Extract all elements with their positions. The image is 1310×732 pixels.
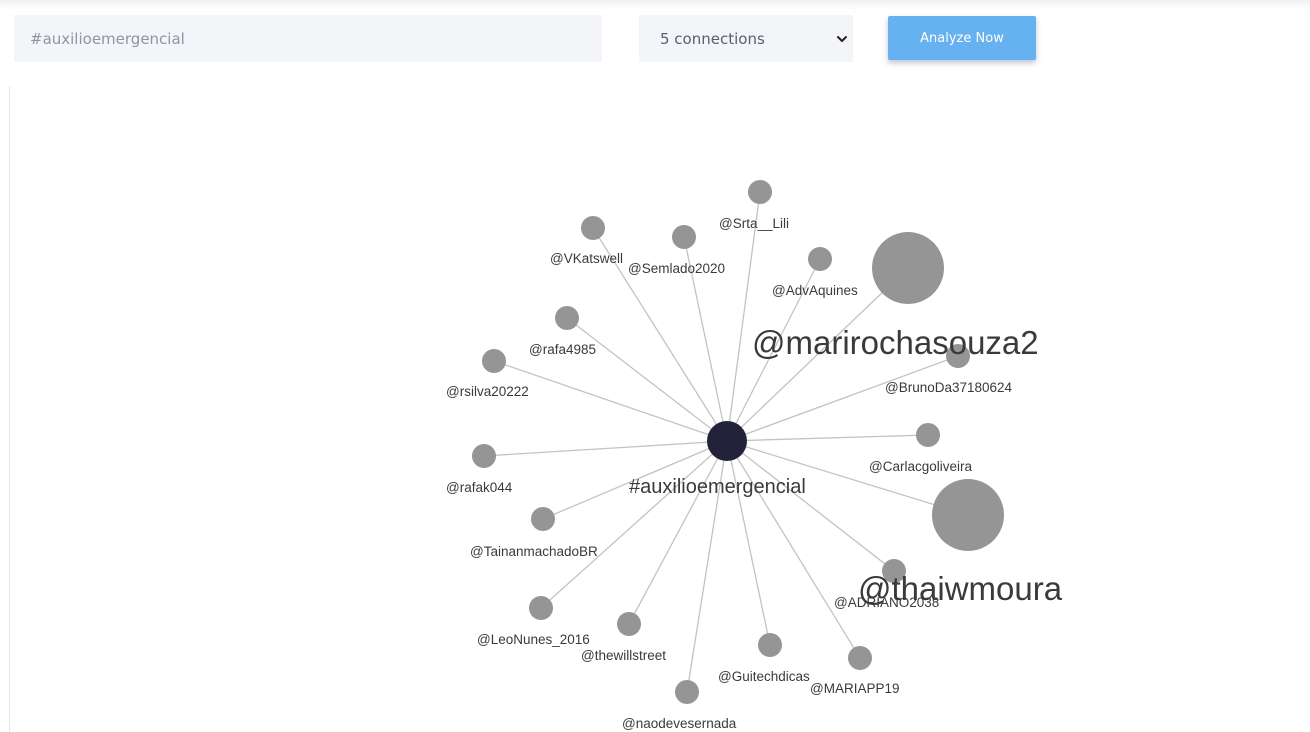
node-rafak044[interactable] <box>472 444 496 468</box>
node-rsilva20222[interactable] <box>482 349 506 373</box>
label-vkatswell: @VKatswell <box>550 251 623 266</box>
node-mariapp19[interactable] <box>848 646 872 670</box>
label-thewillstreet: @thewillstreet <box>581 648 666 663</box>
node-srta-lili[interactable] <box>748 180 772 204</box>
edge-rafak044 <box>483 440 728 457</box>
label-rafa4985: @rafa4985 <box>529 342 596 357</box>
edge-rafa4985 <box>566 317 728 442</box>
label-rsilva20222: @rsilva20222 <box>446 384 529 399</box>
node-leonunes-2016[interactable] <box>529 596 553 620</box>
label-semlado2020: @Semlado2020 <box>628 261 725 276</box>
label-naodevesernada: @naodevesernada <box>622 716 737 731</box>
label-srta-lili: @Srta__Lili <box>719 216 789 231</box>
label-guitechdicas: @Guitechdicas <box>718 669 810 684</box>
label-mariapp19: @MARIAPP19 <box>810 681 899 696</box>
label-center-hashtag: #auxilioemergencial <box>629 476 806 498</box>
label-thaiwmoura: @thaiwmoura <box>858 570 1063 607</box>
label-advaquines: @AdvAquines <box>772 283 858 298</box>
edge-mariapp19 <box>726 440 861 659</box>
node-vkatswell[interactable] <box>581 216 605 240</box>
edge-rsilva20222 <box>493 360 728 442</box>
graph-labels: @Srta__Lili @VKatswell @Semlado2020 @Adv… <box>446 216 1063 731</box>
label-rafak044: @rafak044 <box>446 480 513 495</box>
node-semlado2020[interactable] <box>672 225 696 249</box>
node-marirochasouza2[interactable] <box>872 232 944 304</box>
node-guitechdicas[interactable] <box>758 633 782 657</box>
node-rafa4985[interactable] <box>555 306 579 330</box>
label-leonunes-2016: @LeoNunes_2016 <box>477 632 590 647</box>
edge-guitechdicas <box>726 440 771 646</box>
node-tainanmachadobr[interactable] <box>531 507 555 531</box>
label-brunoda37180624: @BrunoDa37180624 <box>885 380 1013 395</box>
edge-leonunes-2016 <box>540 440 728 609</box>
label-tainanmachadobr: @TainanmachadoBR <box>470 544 598 559</box>
node-thaiwmoura[interactable] <box>932 479 1004 551</box>
node-carlacgoliveira[interactable] <box>916 423 940 447</box>
edge-carlacgoliveira <box>726 434 929 442</box>
label-marirochasouza2: @marirochasouza2 <box>752 324 1039 361</box>
node-thewillstreet[interactable] <box>617 612 641 636</box>
node-center-hashtag[interactable] <box>707 421 747 461</box>
label-carlacgoliveira: @Carlacgoliveira <box>869 459 972 474</box>
node-advaquines[interactable] <box>808 247 832 271</box>
hashtag-network-graph: @Srta__Lili @VKatswell @Semlado2020 @Adv… <box>446 180 1063 731</box>
node-naodevesernada[interactable] <box>675 680 699 704</box>
app-frame: 5 connections Analyze Now <box>0 0 1310 732</box>
